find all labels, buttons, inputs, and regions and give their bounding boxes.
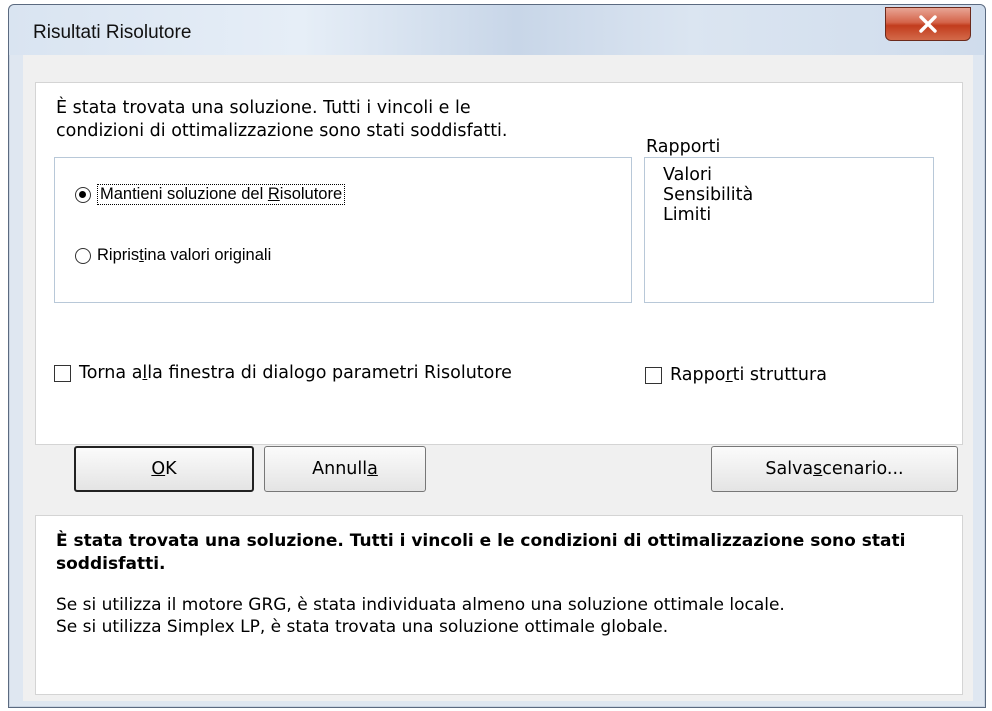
return-to-dialog-checkbox[interactable]: Torna alla finestra di dialogo parametri… xyxy=(54,363,512,383)
radio-selected-icon xyxy=(75,186,91,203)
reports-label: Rapporti xyxy=(646,137,721,157)
return-to-dialog-label: Torna alla finestra di dialogo parametri… xyxy=(79,363,512,383)
info-details: Se si utilizza il motore GRG, è stata in… xyxy=(56,595,785,637)
keep-solution-radio[interactable]: Mantieni soluzione del Risolutore xyxy=(75,184,346,205)
restore-values-radio[interactable]: Ripristina valori originali xyxy=(75,246,271,265)
outline-reports-label: Rapporti struttura xyxy=(670,365,827,385)
info-panel: È stata trovata una soluzione. Tutti i v… xyxy=(35,515,963,695)
solver-results-dialog: Risultati Risolutore È stata trovata una… xyxy=(8,4,986,708)
window-title: Risultati Risolutore xyxy=(33,22,192,43)
reports-listbox[interactable]: Valori Sensibilità Limiti xyxy=(644,157,934,303)
checkbox-unchecked-icon xyxy=(54,364,71,382)
report-item-limits[interactable]: Limiti xyxy=(663,205,933,225)
title-bar[interactable]: Risultati Risolutore xyxy=(9,5,985,55)
close-button[interactable] xyxy=(885,7,971,41)
report-item-values[interactable]: Valori xyxy=(663,165,933,185)
info-summary: È stata trovata una soluzione. Tutti i v… xyxy=(56,531,906,574)
restore-values-label: Ripristina valori originali xyxy=(97,246,272,264)
report-item-sensitivity[interactable]: Sensibilità xyxy=(663,185,933,205)
dialog-client-area: È stata trovata una soluzione. Tutti i v… xyxy=(23,55,973,701)
radio-unselected-icon xyxy=(75,247,91,264)
outline-reports-checkbox[interactable]: Rapporti struttura xyxy=(645,365,827,385)
close-icon xyxy=(919,15,937,33)
ok-button[interactable]: OK xyxy=(74,446,254,492)
checkbox-unchecked-icon xyxy=(645,366,662,384)
cancel-button[interactable]: Annull a xyxy=(264,446,426,492)
save-scenario-button[interactable]: Salva s cenario... xyxy=(711,446,958,492)
result-message: È stata trovata una soluzione. Tutti i v… xyxy=(56,98,508,141)
solution-option-group: Mantieni soluzione del Risolutore Ripris… xyxy=(54,157,632,303)
options-panel: È stata trovata una soluzione. Tutti i v… xyxy=(35,82,963,445)
keep-solution-label: Mantieni soluzione del Risolutore xyxy=(97,184,346,205)
